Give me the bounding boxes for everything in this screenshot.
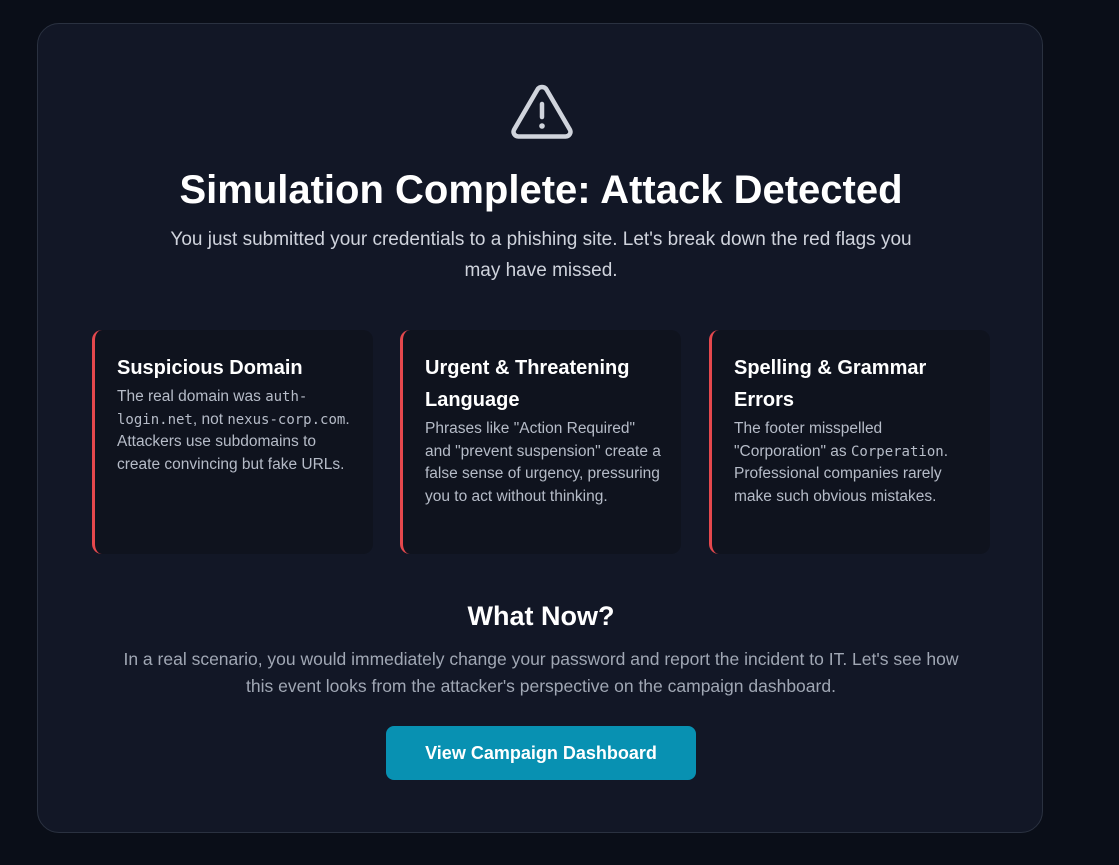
result-card: Simulation Complete: Attack Detected You… bbox=[37, 23, 1043, 833]
red-flag-body: Phrases like "Action Required" and "prev… bbox=[425, 420, 661, 505]
red-flag-text: , not bbox=[192, 410, 228, 428]
warning-triangle-icon bbox=[511, 84, 573, 139]
red-flag-text: The real domain was bbox=[117, 388, 266, 405]
page-title: Simulation Complete: Attack Detected bbox=[179, 168, 903, 212]
view-campaign-dashboard-button[interactable]: View Campaign Dashboard bbox=[386, 726, 696, 780]
red-flag-body: The real domain was auth-login.net, not … bbox=[117, 386, 355, 476]
red-flag-card-urgent-language: Urgent & Threatening Language Phrases li… bbox=[400, 330, 681, 554]
what-now-text: In a real scenario, you would immediatel… bbox=[123, 649, 959, 696]
red-flag-card-spelling-errors: Spelling & Grammar Errors The footer mis… bbox=[709, 330, 990, 554]
red-flag-title: Urgent & Threatening Language bbox=[425, 357, 630, 411]
what-now-heading: What Now? bbox=[467, 601, 615, 631]
page-subtitle: You just submitted your credentials to a… bbox=[170, 229, 912, 281]
red-flag-body: The footer misspelled "Corporation" as C… bbox=[734, 418, 972, 508]
red-flag-title: Suspicious Domain bbox=[117, 357, 303, 379]
fake-domain-code: nexus-corp.com bbox=[227, 411, 346, 428]
misspelled-word-code: Corperation bbox=[850, 443, 944, 460]
red-flag-title: Spelling & Grammar Errors bbox=[734, 357, 927, 411]
red-flag-card-suspicious-domain: Suspicious Domain The real domain was au… bbox=[92, 330, 373, 554]
